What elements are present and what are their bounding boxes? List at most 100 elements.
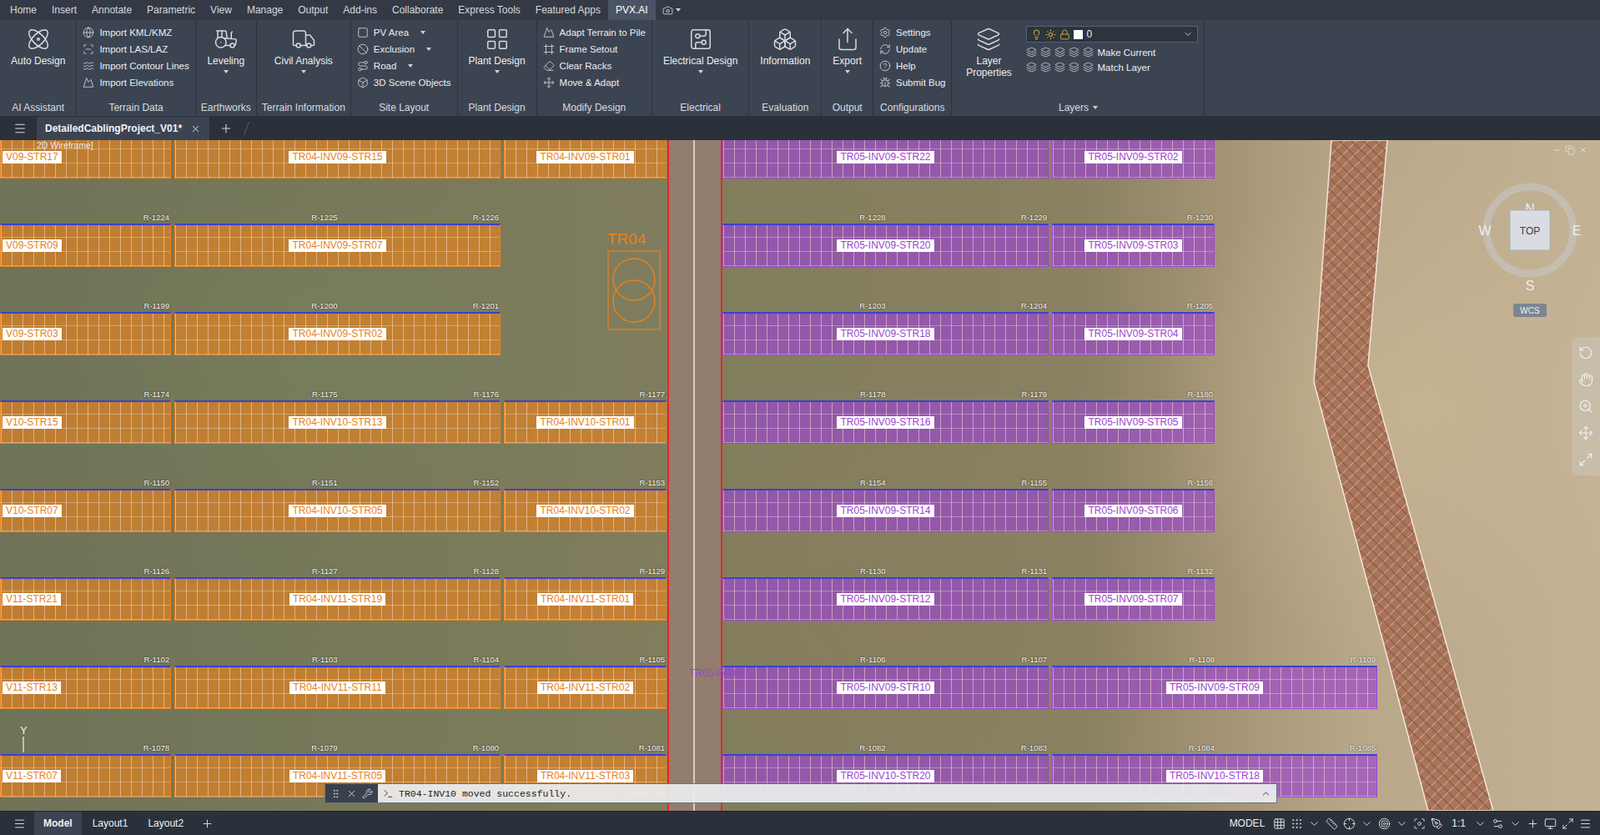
dropdown-arrow-icon[interactable]: [1092, 105, 1098, 110]
status-tool-icon[interactable]: [1413, 817, 1426, 831]
status-tool-icon[interactable]: [1509, 817, 1522, 831]
pv-table[interactable]: TR05-INV09-STR06: [1051, 488, 1215, 533]
pv-table[interactable]: V10-STR15: [0, 400, 172, 444]
pv-table[interactable]: TR04-INV11-STR01: [503, 577, 667, 621]
command-line-handle[interactable]: [325, 784, 378, 803]
status-tool-icon[interactable]: [1360, 817, 1374, 831]
status-tool-icon[interactable]: [1272, 817, 1286, 831]
ribbon-small-button[interactable]: Clear Racks: [543, 58, 646, 73]
layer-tool-icon[interactable]: [1040, 61, 1052, 73]
menu-tab[interactable]: Parametric: [139, 0, 203, 21]
transformer[interactable]: TR04: [607, 230, 661, 331]
dropdown-arrow-icon[interactable]: [698, 70, 704, 74]
ribbon-large-button[interactable]: Export: [827, 24, 867, 76]
status-tool-icon[interactable]: [1430, 817, 1444, 831]
layer-properties-button[interactable]: Layer Properties: [957, 24, 1020, 81]
pv-table[interactable]: TR04-INV10-STR02: [503, 488, 667, 533]
menu-tab[interactable]: PVX.AI: [608, 0, 656, 21]
layout-tab[interactable]: Model: [34, 811, 82, 835]
pv-table[interactable]: TR05-INV09-STR14: [722, 488, 1049, 533]
panel-title[interactable]: Layers: [951, 99, 1204, 116]
space-toggle[interactable]: MODEL: [1226, 817, 1269, 830]
pv-table[interactable]: TR04-INV09-STR01: [503, 140, 667, 179]
pv-table[interactable]: TR05-INV09-STR03: [1051, 223, 1215, 267]
ribbon-small-button[interactable]: Move & Adapt: [543, 75, 646, 90]
status-tool-icon[interactable]: [1579, 817, 1592, 831]
status-tool-icon[interactable]: [1290, 817, 1304, 831]
showmotion-icon[interactable]: [1578, 452, 1594, 468]
pv-table[interactable]: TR04-INV09-STR02: [174, 311, 501, 356]
document-tab[interactable]: DetailedCablingProject_V01*: [36, 116, 210, 141]
pv-table[interactable]: V11-STR13: [0, 665, 172, 710]
ribbon-small-button[interactable]: Help: [879, 58, 946, 73]
pv-table[interactable]: V09-STR09: [0, 223, 172, 267]
ribbon-small-button[interactable]: Update: [879, 41, 946, 56]
ribbon-large-button[interactable]: Electrical Design: [658, 24, 743, 76]
ribbon-small-button[interactable]: PV Area: [357, 25, 452, 40]
status-tool-icon[interactable]: [1378, 817, 1391, 831]
pv-table[interactable]: TR05-INV09-STR12: [722, 577, 1049, 621]
dropdown-arrow-icon[interactable]: [494, 70, 500, 74]
pv-table[interactable]: V11-STR07: [0, 754, 172, 798]
close-icon[interactable]: [190, 123, 202, 135]
ribbon-small-button[interactable]: Import KML/KMZ: [82, 25, 189, 40]
menu-tab[interactable]: Collaborate: [384, 0, 451, 21]
ribbon-large-button[interactable]: Information: [754, 24, 816, 70]
workspace-button[interactable]: [655, 0, 688, 21]
customize-icon[interactable]: [362, 788, 373, 800]
layouts-menu-button[interactable]: [6, 811, 33, 835]
status-tool-icon[interactable]: [1395, 817, 1409, 831]
ribbon-small-button[interactable]: Road: [357, 58, 452, 73]
status-tool-icon[interactable]: [1491, 817, 1505, 831]
menu-tab[interactable]: Insert: [44, 0, 85, 21]
pv-table[interactable]: TR04-INV09-STR07: [174, 223, 501, 267]
ribbon-small-button[interactable]: Import Contour Lines: [82, 58, 189, 73]
layer-tool-icon[interactable]: [1054, 61, 1066, 73]
pv-table[interactable]: TR04-INV11-STR11: [174, 665, 501, 710]
ribbon-large-button[interactable]: Leveling: [201, 24, 250, 76]
pv-table[interactable]: TR05-INV09-STR02: [1051, 140, 1215, 179]
menu-tab[interactable]: Manage: [239, 0, 291, 21]
layer-tool-icon[interactable]: [1068, 46, 1080, 58]
ribbon-small-button[interactable]: 3D Scene Objects: [357, 75, 452, 90]
pv-table[interactable]: V10-STR07: [0, 488, 172, 533]
ribbon-small-button[interactable]: Frame Setout: [543, 41, 646, 56]
minimize-icon[interactable]: [1551, 145, 1562, 156]
status-tool-icon[interactable]: [1308, 817, 1321, 831]
annotation-scale[interactable]: 1:1: [1448, 817, 1470, 830]
pv-table[interactable]: TR05-INV09-STR20: [722, 223, 1049, 267]
grip-icon[interactable]: [330, 788, 342, 800]
layer-dropdown[interactable]: 0: [1026, 25, 1198, 43]
pv-table[interactable]: TR05-INV09-STR16: [722, 400, 1049, 444]
status-tool-icon[interactable]: [1325, 817, 1339, 831]
pv-table[interactable]: TR04-INV11-STR02: [503, 665, 667, 710]
pv-table[interactable]: TR05-INV09-STR04: [1051, 311, 1215, 356]
new-tab-button[interactable]: [212, 116, 240, 141]
pv-table[interactable]: TR04-INV10-STR13: [174, 400, 501, 444]
viewport-label[interactable]: 2D Wireframe]: [36, 140, 94, 151]
pv-table[interactable]: TR04-INV10-STR05: [174, 488, 501, 533]
layer-tool-icon[interactable]: [1026, 46, 1037, 58]
menu-tab[interactable]: Add-ins: [335, 0, 385, 21]
layout-tab[interactable]: Layout1: [83, 811, 138, 835]
menu-tab[interactable]: Featured Apps: [528, 0, 609, 21]
menu-tab[interactable]: Express Tools: [450, 0, 528, 21]
restore-icon[interactable]: [1564, 145, 1575, 156]
ribbon-large-button[interactable]: Auto Design: [5, 24, 71, 70]
pv-table[interactable]: V11-STR21: [0, 577, 172, 621]
ribbon-small-button[interactable]: Settings: [879, 25, 946, 40]
status-tool-icon[interactable]: [1343, 817, 1356, 831]
dropdown-arrow-icon[interactable]: [845, 70, 851, 74]
drawing-canvas[interactable]: V09-STR17TR04-INV09-STR15TR04-INV09-STR0…: [0, 140, 1600, 811]
pv-table[interactable]: TR05-INV09-STR22: [722, 140, 1049, 179]
layout-tab[interactable]: Layout2: [138, 811, 193, 835]
status-tool-icon[interactable]: [1474, 817, 1487, 831]
close-icon[interactable]: [346, 788, 358, 800]
close-icon[interactable]: [1578, 145, 1589, 156]
dropdown-arrow-icon[interactable]: [426, 47, 432, 51]
zoom-icon[interactable]: [1578, 398, 1594, 414]
status-tool-icon[interactable]: [1544, 817, 1557, 831]
menu-tab[interactable]: Home: [2, 0, 45, 21]
steering-wheel-icon[interactable]: [1578, 345, 1594, 361]
pv-table[interactable]: V09-STR03: [0, 311, 172, 356]
